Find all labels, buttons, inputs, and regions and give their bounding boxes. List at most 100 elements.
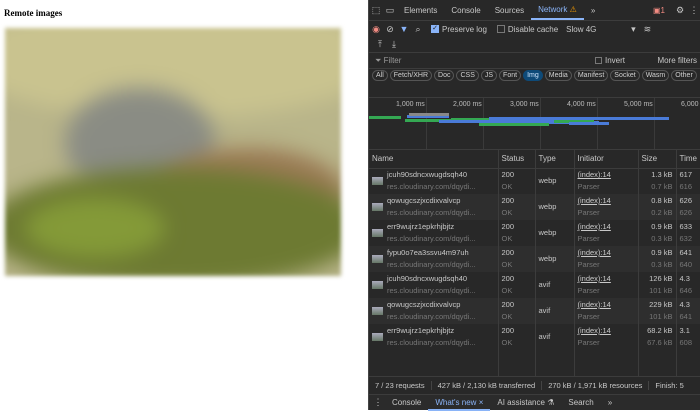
disable-cache-checkbox[interactable]: Disable cache xyxy=(497,25,558,34)
column-header-name[interactable]: Name xyxy=(369,150,498,168)
chip-font[interactable]: Font xyxy=(499,70,521,81)
checkbox-checked-icon: ✓ xyxy=(431,25,439,33)
resource-size: 101 kB xyxy=(642,311,673,323)
requests-table: NameStatusTypeInitiatorSizeTime jcuh90sd… xyxy=(369,150,700,376)
more-filters-button[interactable]: More filters xyxy=(657,56,697,65)
import-har-icon[interactable]: ⤒ xyxy=(373,39,387,50)
drawer-tab-console[interactable]: Console xyxy=(385,398,428,407)
column-header-initiator[interactable]: Initiator xyxy=(574,150,638,168)
invert-checkbox[interactable] xyxy=(595,57,602,64)
initiator-link[interactable]: (index):14 xyxy=(578,169,638,181)
drawer-menu-icon[interactable]: ⋮ xyxy=(371,397,385,408)
latency: 632 xyxy=(680,233,700,245)
chip-media[interactable]: Media xyxy=(545,70,572,81)
transfer-size: 0.9 kB xyxy=(642,221,673,233)
total-time: 633 xyxy=(680,221,700,233)
device-toolbar-icon[interactable]: ▭ xyxy=(383,5,397,16)
total-time: 4.3 xyxy=(680,273,700,285)
status-cell: 200OK xyxy=(498,194,535,220)
close-tab-icon[interactable]: × xyxy=(479,398,484,407)
chip-css[interactable]: CSS xyxy=(456,70,478,81)
request-row[interactable]: qowugcszjxcdixvalvcpres.cloudinary.com/d… xyxy=(369,298,700,324)
request-name: err9wujrz1epkrhjbjtz xyxy=(387,325,476,337)
status-code: 200 xyxy=(502,247,535,259)
initiator-cell: (index):14Parser xyxy=(574,194,638,220)
chip-js[interactable]: JS xyxy=(481,70,497,81)
initiator-cell: (index):14Parser xyxy=(574,298,638,324)
image-thumbnail-icon xyxy=(372,281,383,289)
request-row[interactable]: jcuh90sdncxwugdsqh40res.cloudinary.com/d… xyxy=(369,272,700,298)
status-cell: 200OK xyxy=(498,272,535,298)
chip-all[interactable]: All xyxy=(372,70,388,81)
resource-size: 0.3 kB xyxy=(642,259,673,271)
resource-size: 0.2 kB xyxy=(642,207,673,219)
request-row[interactable]: fypu0o7ea3ssvu4m97uhres.cloudinary.com/d… xyxy=(369,246,700,272)
request-url: res.cloudinary.com/dqydi... xyxy=(387,259,476,271)
status-text: OK xyxy=(502,207,535,219)
chip-manifest[interactable]: Manifest xyxy=(574,70,608,81)
initiator-type: Parser xyxy=(578,181,638,193)
initiator-link[interactable]: (index):14 xyxy=(578,221,638,233)
request-row[interactable]: err9wujrz1epkrhjbjtzres.cloudinary.com/d… xyxy=(369,324,700,350)
initiator-link[interactable]: (index):14 xyxy=(578,247,638,259)
filter-icon[interactable]: ▼ xyxy=(397,24,411,34)
whats-new-label: What's new xyxy=(435,398,476,407)
settings-gear-icon[interactable]: ⚙ xyxy=(673,5,687,16)
filter-placeholder: Filter xyxy=(384,56,402,66)
preserve-log-checkbox[interactable]: ✓Preserve log xyxy=(431,25,487,34)
record-stop-icon[interactable]: ◉ xyxy=(369,24,383,35)
request-name: qowugcszjxcdixvalvcp xyxy=(387,299,476,311)
drawer-more-tabs[interactable]: » xyxy=(601,398,619,407)
more-options-icon[interactable]: ⋮ xyxy=(687,5,700,16)
drawer-tab-ai-assistance[interactable]: AI assistance ⚗ xyxy=(490,398,561,407)
image-thumbnail-icon xyxy=(372,229,383,237)
chip-wasm[interactable]: Wasm xyxy=(642,70,670,81)
drawer-tab-bar: ⋮ Console What's new × AI assistance ⚗ S… xyxy=(369,394,700,410)
initiator-link[interactable]: (index):14 xyxy=(578,273,638,285)
chip-socket[interactable]: Socket xyxy=(610,70,639,81)
filter-input[interactable]: ⏷ Filter xyxy=(375,56,595,66)
preserve-log-label: Preserve log xyxy=(442,25,487,34)
latency: 646 xyxy=(680,285,700,297)
column-header-type[interactable]: Type xyxy=(535,150,574,168)
chip-img[interactable]: Img xyxy=(523,70,543,81)
column-header-status[interactable]: Status xyxy=(498,150,535,168)
more-tabs-button[interactable]: » xyxy=(584,6,602,15)
inspect-element-icon[interactable]: ⬚ xyxy=(369,5,383,16)
type-cell: webp xyxy=(535,220,574,246)
request-row[interactable]: jcuh90sdncxwugdsqh40res.cloudinary.com/d… xyxy=(369,168,700,194)
drawer-tab-whats-new[interactable]: What's new × xyxy=(428,395,490,411)
request-row[interactable]: qowugcszjxcdixvalvcpres.cloudinary.com/d… xyxy=(369,194,700,220)
status-cell: 200OK xyxy=(498,246,535,272)
column-header-size[interactable]: Size xyxy=(638,150,676,168)
tab-console[interactable]: Console xyxy=(444,6,487,15)
resource-size: 0.7 kB xyxy=(642,181,673,193)
chip-fetchxhr[interactable]: Fetch/XHR xyxy=(390,70,432,81)
initiator-link[interactable]: (index):14 xyxy=(578,195,638,207)
initiator-link[interactable]: (index):14 xyxy=(578,325,638,337)
network-conditions-icon[interactable]: ≋ xyxy=(640,24,654,35)
transferred-size: 427 kB / 2,130 kB transferred xyxy=(432,381,543,390)
tab-network[interactable]: Network ⚠ xyxy=(531,0,584,20)
chip-other[interactable]: Other xyxy=(671,70,697,81)
column-header-time[interactable]: Time xyxy=(676,150,700,168)
search-icon[interactable]: ⌕ xyxy=(411,24,425,35)
chip-doc[interactable]: Doc xyxy=(434,70,454,81)
name-cell: jcuh90sdncxwugdsqh40res.cloudinary.com/d… xyxy=(369,168,498,194)
initiator-link[interactable]: (index):14 xyxy=(578,299,638,311)
export-har-icon[interactable]: ⤓ xyxy=(387,39,401,50)
tab-elements[interactable]: Elements xyxy=(397,6,444,15)
tab-sources[interactable]: Sources xyxy=(488,6,531,15)
initiator-cell: (index):14Parser xyxy=(574,324,638,350)
dropdown-caret-icon[interactable]: ▾ xyxy=(626,24,640,35)
error-badge[interactable]: ▣1 xyxy=(653,6,665,15)
request-row[interactable]: err9wujrz1epkrhjbjtzres.cloudinary.com/d… xyxy=(369,220,700,246)
clear-icon[interactable]: ⊘ xyxy=(383,24,397,35)
drawer-tab-search[interactable]: Search xyxy=(561,398,600,407)
image-thumbnail-icon xyxy=(372,255,383,263)
type-cell: webp xyxy=(535,194,574,220)
blurred-image-placeholder xyxy=(5,28,341,276)
throttle-select[interactable]: Slow 4G xyxy=(566,25,596,34)
resource-type-chips: AllFetch/XHRDocCSSJSFontImgMediaManifest… xyxy=(372,70,700,81)
image-thumbnail-icon xyxy=(372,307,383,315)
